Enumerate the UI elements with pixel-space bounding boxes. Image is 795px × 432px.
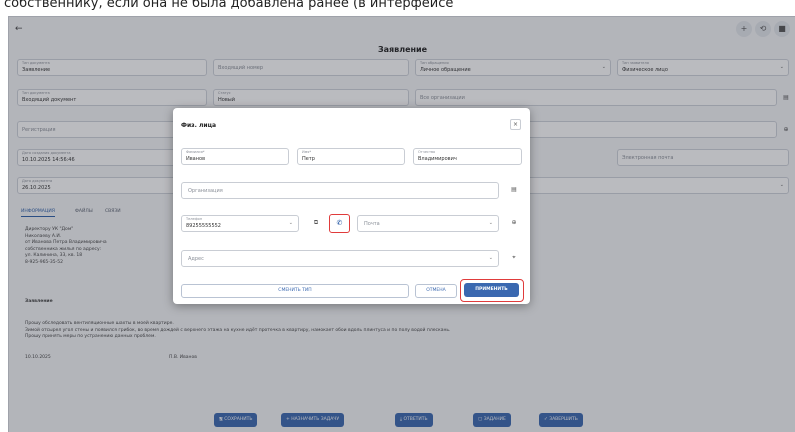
surname-field[interactable]: Фамилия* Иванов	[181, 148, 289, 165]
field-placeholder: Адрес	[188, 256, 204, 262]
phone-call-button[interactable]: ✆	[329, 214, 350, 233]
organization-field[interactable]: Организация	[181, 182, 499, 199]
chevron-down-icon: ⌄	[488, 255, 493, 261]
field-label: Отчество	[418, 150, 436, 154]
chevron-down-icon: ⌄	[488, 220, 493, 226]
field-value: 89255555552	[186, 223, 221, 229]
address-select[interactable]: Адрес ⌄	[181, 250, 499, 267]
copy-icon[interactable]: ⧉	[311, 218, 321, 228]
location-pin-icon[interactable]: ⌖	[509, 253, 519, 263]
field-value: Петр	[302, 156, 315, 162]
field-label: Телефон	[186, 217, 203, 221]
field-value: Иванов	[186, 156, 206, 162]
field-label: Фамилия*	[186, 150, 205, 154]
change-type-button[interactable]: СМЕНИТЬ ТИП	[181, 284, 409, 298]
apply-button[interactable]: ПРИМЕНИТЬ	[464, 283, 519, 297]
cancel-button[interactable]: ОТМЕНА	[415, 284, 457, 298]
name-field[interactable]: Имя* Петр	[297, 148, 405, 165]
dialog-title: Физ. лица	[181, 122, 217, 129]
field-placeholder: Организация	[188, 188, 223, 194]
phone-icon: ✆	[336, 219, 343, 227]
phone-select[interactable]: Телефон 89255555552 ⌄	[181, 215, 299, 232]
apply-highlight: ПРИМЕНИТЬ	[460, 279, 524, 302]
add-email-icon[interactable]: ⊕	[509, 218, 519, 228]
patronymic-field[interactable]: Отчество Владимирович	[413, 148, 522, 165]
close-icon[interactable]: ×	[510, 119, 521, 130]
email-select[interactable]: Почта ⌄	[357, 215, 499, 232]
chevron-down-icon: ⌄	[288, 220, 293, 226]
field-placeholder: Почта	[364, 221, 380, 227]
page-caption: собственнику, если она не была добавлена…	[4, 0, 454, 11]
field-label: Имя*	[302, 150, 312, 154]
field-value: Владимирович	[418, 156, 457, 162]
individual-dialog: Физ. лица × Фамилия* Иванов Имя* Петр От…	[173, 108, 530, 304]
organization-list-icon[interactable]: ▤	[509, 185, 519, 195]
